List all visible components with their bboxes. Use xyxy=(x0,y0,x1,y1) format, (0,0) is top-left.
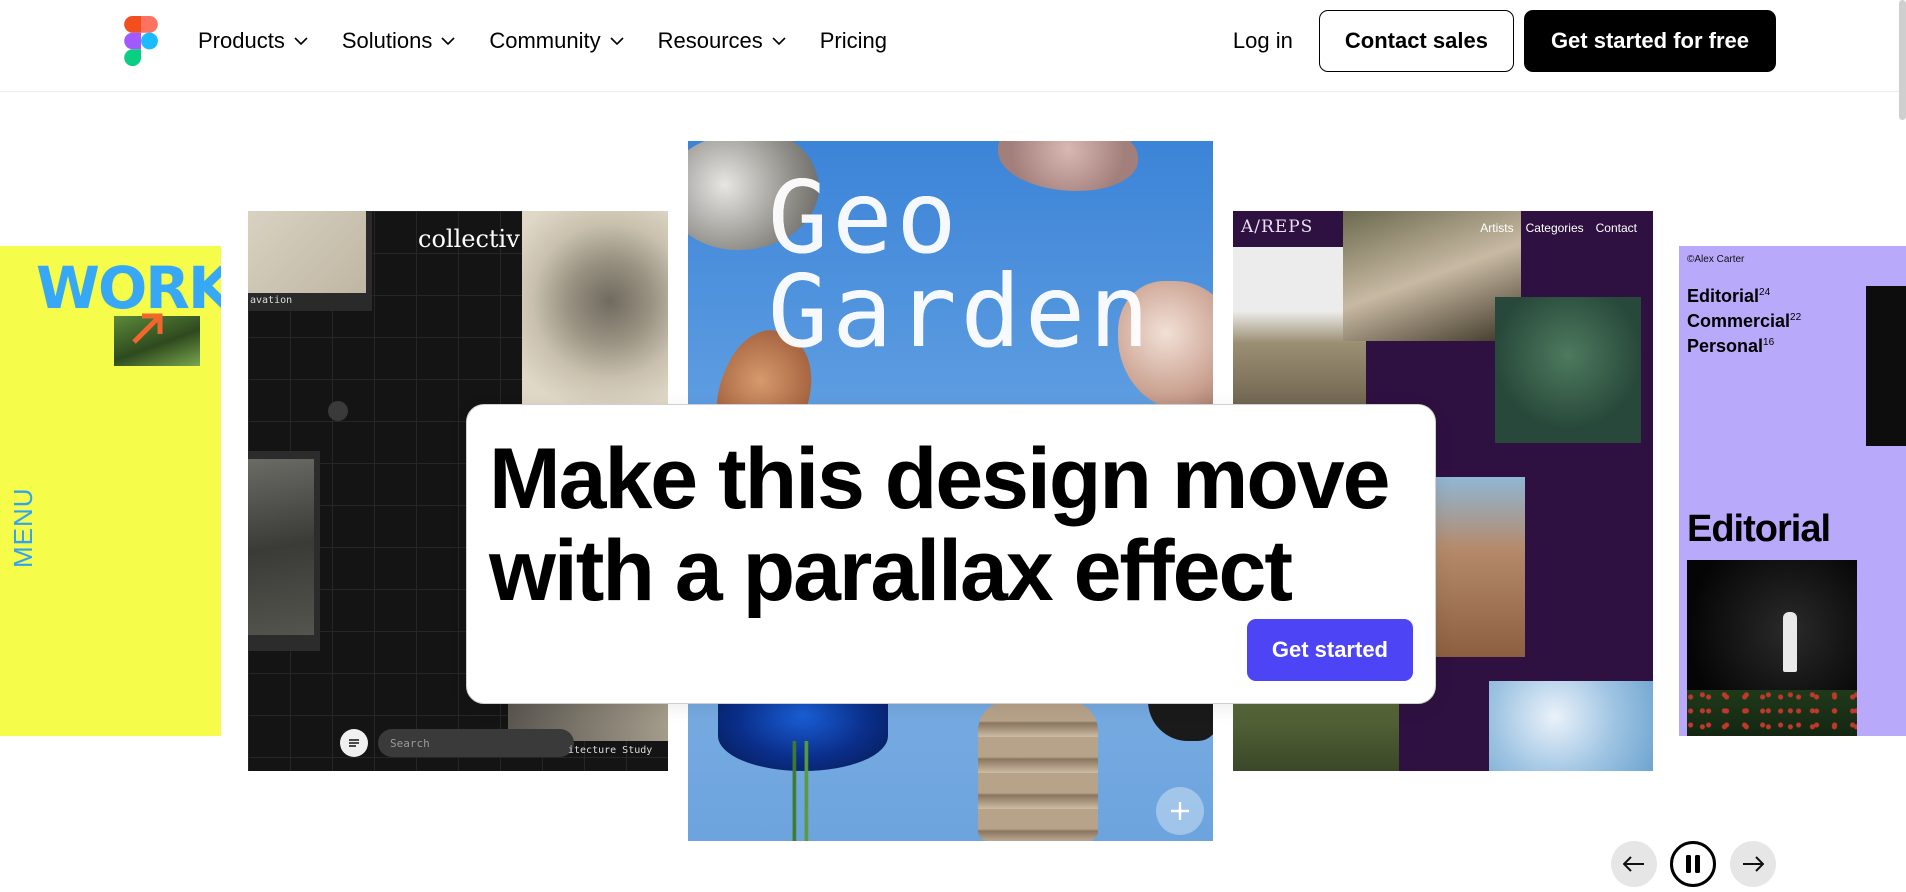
page-scrollbar[interactable] xyxy=(1899,0,1906,120)
category-item[interactable]: Commercial22 xyxy=(1687,307,1801,332)
get-started-button[interactable]: Get started xyxy=(1246,619,1413,681)
carousel-pause-button[interactable] xyxy=(1670,841,1716,887)
nav-label: Community xyxy=(489,28,601,53)
template-card-editorial[interactable]: ©Alex Carter Editorial24 Commercial22 Pe… xyxy=(1679,246,1906,736)
card-heading: Editorial xyxy=(1687,508,1831,550)
nav-item-community[interactable]: Community xyxy=(489,28,624,54)
nav-item-pricing[interactable]: Pricing xyxy=(820,28,887,54)
login-link[interactable]: Log in xyxy=(1233,28,1293,54)
image-caption: avation xyxy=(250,295,293,306)
nav-item-resources[interactable]: Resources xyxy=(658,28,786,54)
field-photo xyxy=(1233,701,1399,771)
card-nav-link[interactable]: Categories xyxy=(1526,221,1584,235)
hero-prompt-card: Make this design move with a parallax ef… xyxy=(466,404,1436,704)
cursor-dot xyxy=(328,401,348,421)
crater-texture-image xyxy=(522,211,668,411)
card-brand-logo: A/REPS xyxy=(1241,217,1314,237)
carousel-next-button[interactable] xyxy=(1730,841,1776,887)
pause-icon xyxy=(1686,855,1700,873)
card-menu-label: MENU xyxy=(8,487,38,568)
carousel-prev-button[interactable] xyxy=(1611,841,1657,887)
hand-photo xyxy=(1495,297,1641,443)
dark-object-image xyxy=(1148,701,1213,741)
menu-icon[interactable] xyxy=(340,729,368,757)
nav-label: Pricing xyxy=(819,28,887,53)
category-item[interactable]: Editorial24 xyxy=(1687,282,1801,307)
nav-item-products[interactable]: Products xyxy=(198,28,308,54)
night-field-photo xyxy=(1687,560,1857,736)
sky-photo xyxy=(1489,681,1653,771)
card-nav-link[interactable]: Contact xyxy=(1596,221,1637,235)
card-credit: ©Alex Carter xyxy=(1687,254,1745,265)
chevron-down-icon xyxy=(441,36,455,45)
title-line: Garden xyxy=(768,253,1154,370)
plus-icon[interactable] xyxy=(1156,787,1204,835)
card-nav-link[interactable]: Artists xyxy=(1480,221,1513,235)
arrow-left-icon xyxy=(1623,856,1644,872)
top-nav: Products Solutions Community Resources P… xyxy=(0,0,1906,120)
nav-item-solutions[interactable]: Solutions xyxy=(342,28,456,54)
title-line: Geo xyxy=(768,159,961,276)
card-search-input[interactable]: Search xyxy=(378,729,574,757)
contact-sales-button[interactable]: Contact sales xyxy=(1318,10,1514,72)
chevron-down-icon xyxy=(610,36,624,45)
grass-image xyxy=(768,741,828,841)
headline-line: Make this design move xyxy=(489,431,1391,527)
category-list: Editorial24 Commercial22 Personal16 xyxy=(1687,282,1801,357)
get-started-free-button[interactable]: Get started for free xyxy=(1523,10,1776,72)
hero-headline: Make this design move with a parallax ef… xyxy=(489,431,1391,619)
headline-line: with a parallax effect xyxy=(489,523,1293,619)
arrow-up-right-icon xyxy=(132,313,163,344)
forest-print-image xyxy=(248,451,320,651)
nav-label: Solutions xyxy=(341,28,433,53)
stone-stack-image xyxy=(978,701,1098,841)
category-item[interactable]: Personal16 xyxy=(1687,332,1801,357)
ring-hand-photo xyxy=(1429,477,1525,657)
nav-label: Resources xyxy=(657,28,763,53)
nav-actions: Log in Contact sales Get started for fre… xyxy=(1233,10,1776,72)
chevron-down-icon xyxy=(294,36,308,45)
portrait-photo xyxy=(1866,286,1906,446)
card-nav-links: Artists Categories Contact xyxy=(1480,221,1637,235)
image-caption: itecture Study xyxy=(568,745,653,756)
template-card-works[interactable]: MENU WORKS xyxy=(0,246,221,736)
geo-garden-title: Geo Garden xyxy=(768,159,1154,370)
chevron-down-icon xyxy=(772,36,786,45)
figma-logo-icon[interactable] xyxy=(124,16,158,66)
nav-label: Products xyxy=(198,28,285,53)
primary-nav: Products Solutions Community Resources P… xyxy=(198,0,921,82)
arrow-right-icon xyxy=(1743,856,1764,872)
card-brand-logo: collectiv xyxy=(418,225,520,253)
